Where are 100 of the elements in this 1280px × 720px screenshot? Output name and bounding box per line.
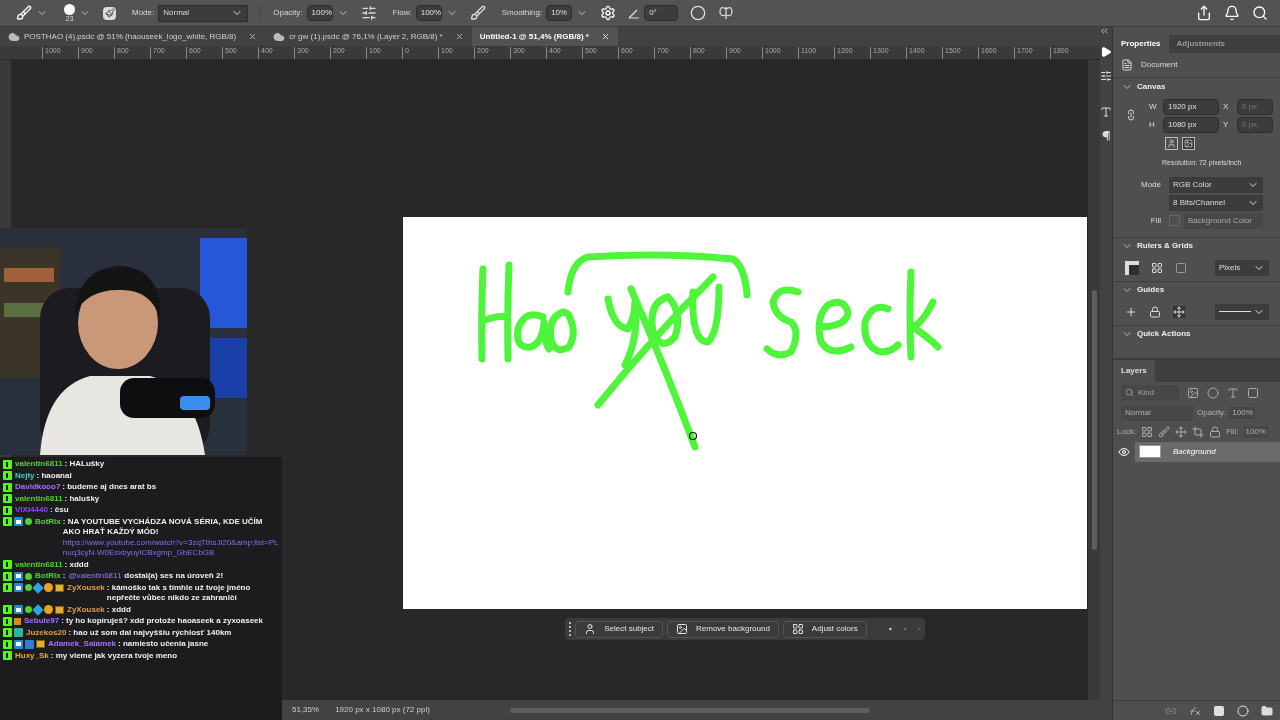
chat-username[interactable]: valentin6811 — [15, 559, 63, 570]
moderator-badge-icon — [14, 517, 23, 527]
smoothing-field[interactable]: 10% — [546, 5, 573, 21]
adjustment-filter-icon[interactable] — [1207, 386, 1219, 399]
landscape-icon[interactable] — [1182, 137, 1195, 150]
angle-icon[interactable] — [628, 7, 641, 19]
chat-username[interactable]: Huxy_Sk — [15, 650, 49, 661]
chat-username[interactable]: Sebule97 — [24, 616, 60, 627]
layer-row[interactable]: Background — [1135, 441, 1280, 462]
mask-icon[interactable] — [1213, 704, 1225, 717]
lock-pixels-icon[interactable] — [1141, 426, 1154, 438]
portrait-icon[interactable] — [1165, 137, 1178, 150]
panel-tab[interactable]: Adjustments — [1168, 35, 1234, 53]
paragraph-icon[interactable] — [1101, 130, 1111, 142]
blend-mode-select[interactable]: Normal — [1121, 405, 1193, 421]
x-label: X — [1223, 101, 1230, 113]
adjust-icon[interactable] — [1100, 70, 1112, 82]
chat-username[interactable]: BotRix — [35, 571, 61, 582]
flow-field[interactable]: 100% — [415, 5, 442, 21]
flow-label: Flow: — [392, 7, 412, 19]
smart-guides-icon[interactable] — [1173, 305, 1185, 318]
coin-badge-icon — [44, 605, 53, 615]
notifications-icon[interactable] — [1224, 5, 1240, 21]
collapse-panels-icon[interactable] — [1100, 28, 1108, 34]
fill-select[interactable]: Background Color — [1184, 212, 1263, 229]
guide-style-select[interactable] — [1215, 303, 1269, 320]
mode-select[interactable]: Normal — [158, 4, 249, 22]
symmetry-icon[interactable] — [718, 5, 735, 21]
width-field[interactable]: 1920 px — [1163, 99, 1219, 115]
guides-icon[interactable] — [1125, 305, 1137, 318]
chat-username[interactable]: Juzekos20 — [26, 627, 67, 638]
document-tab[interactable]: cr gw (1).psdc @ 76,1% (Layer 2, RGB/8) * — [265, 27, 472, 46]
chat-username[interactable]: ZyXousek — [67, 604, 105, 615]
chat-username[interactable]: valentin6811 — [15, 459, 63, 470]
lock-guides-icon[interactable] — [1149, 305, 1161, 318]
moderator-badge-icon — [14, 639, 23, 649]
drag-handle-icon[interactable] — [569, 622, 572, 636]
document-tab[interactable]: POSTHAO (4).psdc @ 51% (haouseek_logo_white, RGB/8) — [0, 27, 266, 46]
shape-filter-icon[interactable] — [1247, 386, 1259, 399]
kick-badge-icon — [3, 639, 12, 649]
tier-badge-icon — [14, 628, 23, 638]
chat-username[interactable]: BotRix — [35, 516, 61, 527]
close-icon[interactable] — [600, 32, 610, 41]
host-badge-icon — [25, 639, 34, 649]
pressure-size-icon[interactable] — [690, 5, 707, 21]
chat-username[interactable]: Adamek_Salamek — [48, 639, 117, 650]
task-button[interactable]: Adjust colors — [782, 620, 867, 638]
chat-mention[interactable]: @valentin6811 — [68, 571, 122, 582]
panel-tab[interactable]: Layers — [1113, 359, 1155, 382]
angle-field[interactable]: 0° — [644, 5, 679, 21]
chat-message: : NA YOUTUBE VYCHÁDZA NOVÁ SÉRIA, KDE UČÍM AKO HRAŤ KAŽDÝ MÓD! — [62, 516, 264, 538]
grid-icon[interactable] — [1151, 261, 1163, 274]
visibility-icon[interactable] — [1118, 445, 1130, 458]
units-select[interactable]: Pixels — [1215, 259, 1269, 276]
brush-icon[interactable] — [16, 5, 32, 21]
chat-username[interactable]: VIXI4440 — [15, 505, 48, 516]
opacity-field[interactable]: 100% — [306, 5, 333, 21]
lock-all-icon[interactable] — [1209, 426, 1222, 438]
share-icon[interactable] — [1196, 5, 1212, 21]
folder-icon[interactable] — [1261, 704, 1273, 717]
bit-depth-select[interactable]: 8 Bits/Channel — [1169, 194, 1263, 211]
pixel-grid-icon[interactable] — [1175, 261, 1187, 274]
chat-username[interactable]: ZyXousek — [67, 582, 105, 593]
document-tab[interactable]: Untitled-1 @ 51,4% (RGB/8) * — [471, 27, 618, 46]
fx-icon[interactable] — [1189, 704, 1201, 717]
panel-tab[interactable]: Properties — [1113, 35, 1169, 53]
fill-label: Fill: — [1226, 426, 1239, 438]
smoothing-label: Smoothing: — [501, 7, 543, 19]
pressure-opacity-icon[interactable] — [360, 5, 377, 21]
color-mode-select[interactable]: RGB Color — [1169, 176, 1263, 193]
chat-username[interactable]: Davidkooo7 — [15, 482, 61, 493]
image-filter-icon[interactable] — [1187, 386, 1199, 399]
height-field[interactable]: 1080 px — [1163, 117, 1219, 133]
task-button[interactable]: Select subject — [575, 620, 664, 638]
airbrush-icon[interactable] — [469, 5, 486, 21]
ruler-toggle-icon[interactable] — [1125, 260, 1139, 275]
brush-preview-icon[interactable] — [64, 4, 75, 15]
chat-link[interactable]: https://www.youtube.com/watch?v=3zqTthsJi20&amp;list=PLnuq3cyN-W0EsxbyuyICBxgmp_GbECbGB — [62, 537, 279, 559]
chat-username[interactable]: valentin6811 — [15, 493, 63, 504]
search-icon[interactable] — [1252, 5, 1268, 21]
lock-artboard-icon[interactable] — [1192, 426, 1205, 438]
close-icon[interactable] — [248, 32, 258, 41]
lock-paint-icon[interactable] — [1158, 426, 1171, 438]
brush-panel-icon[interactable] — [103, 6, 116, 20]
close-icon[interactable] — [454, 32, 464, 41]
type-filter-icon[interactable] — [1227, 386, 1239, 399]
brush-cursor-icon — [688, 431, 698, 441]
mode-label: Mode — [1140, 178, 1161, 191]
kind-filter[interactable]: Kind — [1121, 385, 1179, 400]
chat-username[interactable]: Nejty — [15, 470, 35, 481]
play-icon[interactable] — [1100, 46, 1112, 58]
character-icon[interactable] — [1100, 106, 1112, 118]
verified-badge-icon — [25, 518, 32, 526]
adjustment-layer-icon[interactable] — [1237, 704, 1249, 717]
lock-position-icon[interactable] — [1175, 426, 1188, 438]
chat-message: : namiesto učenia jasne — [118, 639, 209, 650]
opacity-label: Opacity: — [1197, 407, 1227, 419]
lock-label: Lock: — [1117, 426, 1137, 438]
task-button[interactable]: Remove background — [667, 620, 779, 638]
link-icon[interactable] — [1125, 109, 1137, 121]
